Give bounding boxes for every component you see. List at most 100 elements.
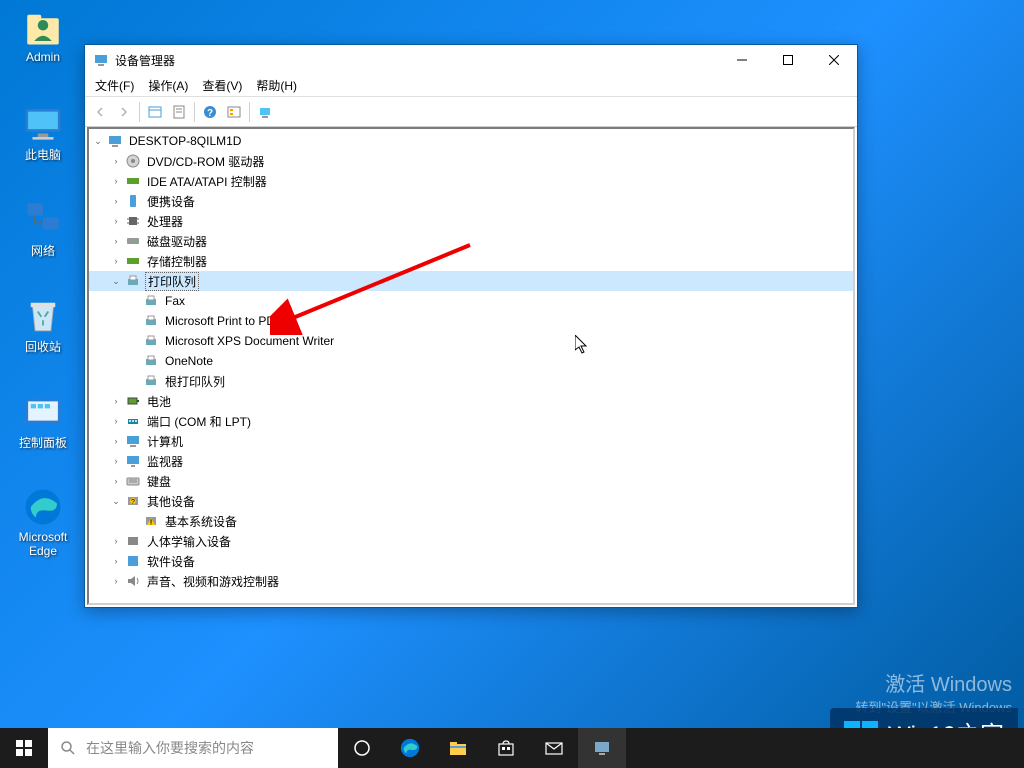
tree-item-monitor[interactable]: › 监视器 [89, 451, 853, 471]
tree-item-base-system[interactable]: ! 基本系统设备 [89, 511, 853, 531]
device-manager-window: 设备管理器 文件(F) 操作(A) 查看(V) 帮助(H) ? ⌄ DESKTO [84, 44, 858, 608]
port-icon [125, 413, 141, 429]
tree-item-onenote[interactable]: OneNote [89, 351, 853, 371]
maximize-button[interactable] [765, 45, 811, 75]
expander-closed-icon[interactable]: › [109, 174, 123, 188]
desktop-icon-label: Microsoft Edge [8, 530, 78, 558]
taskbar-explorer[interactable] [434, 728, 482, 768]
printer-icon [125, 273, 141, 289]
expander-closed-icon[interactable]: › [109, 574, 123, 588]
expander-open-icon[interactable]: ⌄ [109, 274, 123, 288]
expander-closed-icon[interactable]: › [109, 554, 123, 568]
printer-icon [143, 333, 159, 349]
toolbar: ? [85, 97, 857, 127]
menu-action[interactable]: 操作(A) [142, 75, 194, 96]
warning-device-icon: ! [143, 513, 159, 529]
svg-text:?: ? [207, 108, 213, 119]
desktop-icon-network[interactable]: 网络 [8, 198, 78, 259]
battery-icon [125, 393, 141, 409]
portable-device-icon [125, 193, 141, 209]
toolbar-properties-button[interactable] [168, 101, 190, 123]
tree-item-software[interactable]: › 软件设备 [89, 551, 853, 571]
expander-closed-icon[interactable]: › [109, 534, 123, 548]
desktop-icon-thispc[interactable]: 此电脑 [8, 102, 78, 163]
tree-item-disk[interactable]: › 磁盘驱动器 [89, 231, 853, 251]
printer-icon [143, 293, 159, 309]
toolbar-help-button[interactable]: ? [199, 101, 221, 123]
other-device-icon: ? [125, 493, 141, 509]
expander-closed-icon[interactable]: › [109, 414, 123, 428]
cortana-button[interactable] [338, 728, 386, 768]
windows-logo-icon [16, 740, 32, 756]
software-device-icon [125, 553, 141, 569]
tree-item-cpu[interactable]: › 处理器 [89, 211, 853, 231]
taskbar-store[interactable] [482, 728, 530, 768]
printer-icon [143, 373, 159, 389]
tree-item-print-pdf[interactable]: Microsoft Print to PDF [89, 311, 853, 331]
toolbar-view-button[interactable] [223, 101, 245, 123]
close-button[interactable] [811, 45, 857, 75]
tree-item-keyboard[interactable]: › 键盘 [89, 471, 853, 491]
expander-closed-icon[interactable]: › [109, 154, 123, 168]
desktop-icon-label: 控制面板 [19, 434, 67, 451]
expander-closed-icon[interactable]: › [109, 214, 123, 228]
cpu-icon [125, 213, 141, 229]
hid-icon [125, 533, 141, 549]
tree-item-xps[interactable]: Microsoft XPS Document Writer [89, 331, 853, 351]
computer-icon [125, 433, 141, 449]
tree-item-computer[interactable]: › 计算机 [89, 431, 853, 451]
tree-item-hid[interactable]: › 人体学输入设备 [89, 531, 853, 551]
tree-item-storage[interactable]: › 存储控制器 [89, 251, 853, 271]
tree-item-other[interactable]: ⌄ ? 其他设备 [89, 491, 853, 511]
desktop-icon-label: 此电脑 [25, 146, 61, 163]
device-tree[interactable]: ⌄ DESKTOP-8QILM1D › DVD/CD-ROM 驱动器 › IDE… [87, 127, 855, 605]
computer-icon [107, 133, 123, 149]
tree-item-ide[interactable]: › IDE ATA/ATAPI 控制器 [89, 171, 853, 191]
tree-item-sound[interactable]: › 声音、视频和游戏控制器 [89, 571, 853, 591]
desktop-icon-recyclebin[interactable]: 回收站 [8, 294, 78, 355]
ide-controller-icon [125, 173, 141, 189]
toolbar-console-button[interactable] [144, 101, 166, 123]
expander-open-icon[interactable]: ⌄ [109, 494, 123, 508]
disk-drive-icon [125, 233, 141, 249]
titlebar[interactable]: 设备管理器 [85, 45, 857, 75]
toolbar-scan-button[interactable] [254, 101, 276, 123]
desktop-icon-edge[interactable]: Microsoft Edge [8, 486, 78, 558]
menu-view[interactable]: 查看(V) [196, 75, 248, 96]
taskbar-devicemanager[interactable] [578, 728, 626, 768]
expander-closed-icon[interactable]: › [109, 454, 123, 468]
expander-closed-icon[interactable]: › [109, 194, 123, 208]
printer-icon [143, 313, 159, 329]
window-title: 设备管理器 [115, 52, 719, 69]
tree-item-ports[interactable]: › 端口 (COM 和 LPT) [89, 411, 853, 431]
tree-item-root-print[interactable]: 根打印队列 [89, 371, 853, 391]
tree-item-print-queue[interactable]: ⌄ 打印队列 [89, 271, 853, 291]
desktop-icon-admin[interactable]: Admin [8, 6, 78, 64]
taskbar-search[interactable]: 在这里输入你要搜索的内容 [48, 728, 338, 768]
keyboard-icon [125, 473, 141, 489]
expander-closed-icon[interactable]: › [109, 434, 123, 448]
menu-help[interactable]: 帮助(H) [250, 75, 303, 96]
tree-root[interactable]: ⌄ DESKTOP-8QILM1D [89, 131, 853, 151]
taskbar-edge[interactable] [386, 728, 434, 768]
monitor-icon [125, 453, 141, 469]
tree-item-fax[interactable]: Fax [89, 291, 853, 311]
expander-closed-icon[interactable]: › [109, 234, 123, 248]
menu-file[interactable]: 文件(F) [89, 75, 140, 96]
start-button[interactable] [0, 728, 48, 768]
expander-open-icon[interactable]: ⌄ [91, 134, 105, 148]
storage-controller-icon [125, 253, 141, 269]
minimize-button[interactable] [719, 45, 765, 75]
svg-text:?: ? [131, 499, 135, 506]
desktop-icon-label: 回收站 [25, 338, 61, 355]
taskbar-mail[interactable] [530, 728, 578, 768]
desktop-icon-controlpanel[interactable]: 控制面板 [8, 390, 78, 451]
expander-closed-icon[interactable]: › [109, 474, 123, 488]
cd-drive-icon [125, 153, 141, 169]
expander-closed-icon[interactable]: › [109, 254, 123, 268]
expander-closed-icon[interactable]: › [109, 394, 123, 408]
tree-item-portable[interactable]: › 便携设备 [89, 191, 853, 211]
nav-back-button [89, 101, 111, 123]
tree-item-dvd[interactable]: › DVD/CD-ROM 驱动器 [89, 151, 853, 171]
tree-item-battery[interactable]: › 电池 [89, 391, 853, 411]
